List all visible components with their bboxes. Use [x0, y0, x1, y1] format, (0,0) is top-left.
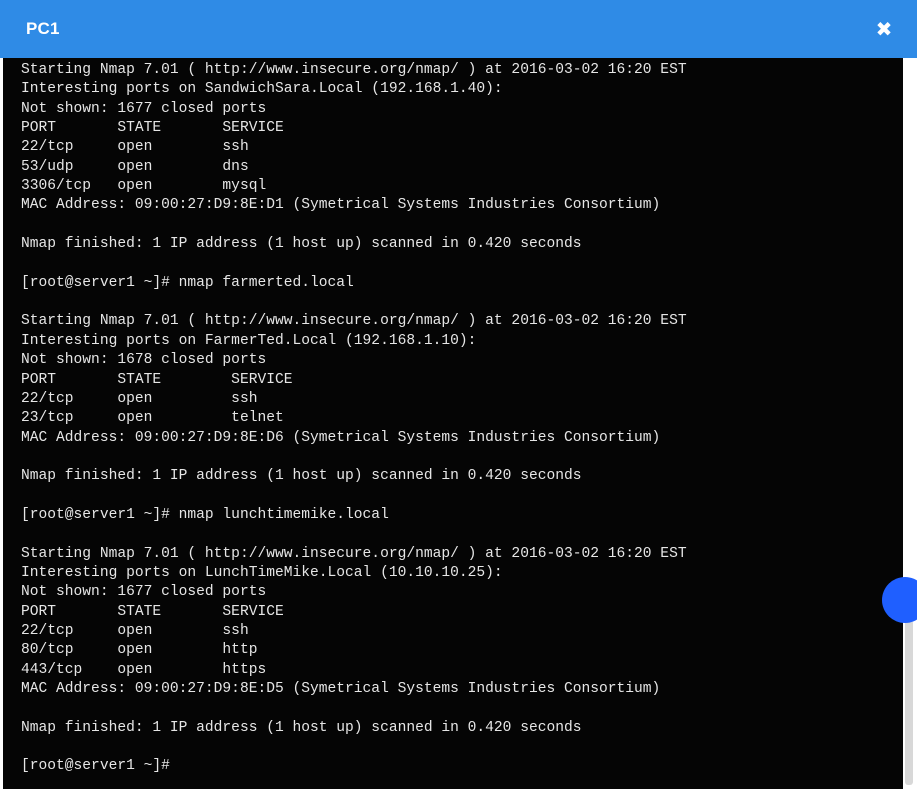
terminal-line: Starting Nmap 7.01 ( http://www.insecure…	[21, 62, 687, 78]
terminal-line: Nmap finished: 1 IP address (1 host up) …	[21, 719, 582, 736]
terminal-line: Not shown: 1677 closed ports	[21, 100, 267, 117]
terminal-line: 23/tcp open telnet	[21, 410, 284, 427]
window-titlebar[interactable]: PC1 ✖	[0, 0, 917, 58]
terminal-line: MAC Address: 09:00:27:D9:8E:D6 (Symetric…	[21, 429, 661, 446]
terminal-line: 22/tcp open ssh	[21, 139, 249, 156]
terminal-lines: Starting Nmap 7.01 ( http://www.insecure…	[21, 61, 687, 777]
terminal-prompt[interactable]: [root@server1 ~]#	[21, 757, 687, 776]
terminal-line: MAC Address: 09:00:27:D9:8E:D1 (Symetric…	[21, 197, 661, 214]
terminal-line: Starting Nmap 7.01 ( http://www.insecure…	[21, 313, 687, 330]
terminal-line: [root@server1 ~]# nmap farmerted.local	[21, 274, 354, 291]
terminal-line: 22/tcp open ssh	[21, 622, 249, 639]
terminal-line: Starting Nmap 7.01 ( http://www.insecure…	[21, 545, 687, 562]
window-title: PC1	[26, 19, 60, 38]
terminal-line: Interesting ports on SandwichSara.Local …	[21, 81, 503, 98]
terminal-line: Interesting ports on LunchTimeMike.Local…	[21, 564, 503, 581]
terminal-line: 22/tcp open ssh	[21, 390, 258, 407]
terminal-line: Not shown: 1678 closed ports	[21, 352, 267, 369]
terminal-output[interactable]: Starting Nmap 7.01 ( http://www.insecure…	[3, 58, 903, 789]
terminal-line: PORT STATE SERVICE	[21, 371, 293, 388]
terminal-line: 80/tcp open http	[21, 642, 258, 659]
terminal-line: 443/tcp open https	[21, 661, 267, 678]
terminal-line: 53/udp open dns	[21, 158, 249, 175]
terminal-line: Nmap finished: 1 IP address (1 host up) …	[21, 468, 582, 485]
terminal-line: 3306/tcp open mysql	[21, 178, 267, 195]
terminal-line: [root@server1 ~]# nmap lunchtimemike.loc…	[21, 506, 389, 523]
terminal-line: PORT STATE SERVICE	[21, 120, 284, 137]
terminal-line: Not shown: 1677 closed ports	[21, 584, 267, 601]
terminal-line: MAC Address: 09:00:27:D9:8E:D5 (Symetric…	[21, 681, 661, 697]
close-icon[interactable]: ✖	[873, 18, 895, 40]
terminal-line: Nmap finished: 1 IP address (1 host up) …	[21, 236, 582, 253]
terminal-scrollbar-thumb[interactable]	[905, 620, 913, 785]
terminal-line: Interesting ports on FarmerTed.Local (19…	[21, 332, 477, 349]
pc1-window: PC1 ✖ Starting Nmap 7.01 ( http://www.in…	[0, 0, 917, 792]
terminal-line: PORT STATE SERVICE	[21, 603, 284, 620]
